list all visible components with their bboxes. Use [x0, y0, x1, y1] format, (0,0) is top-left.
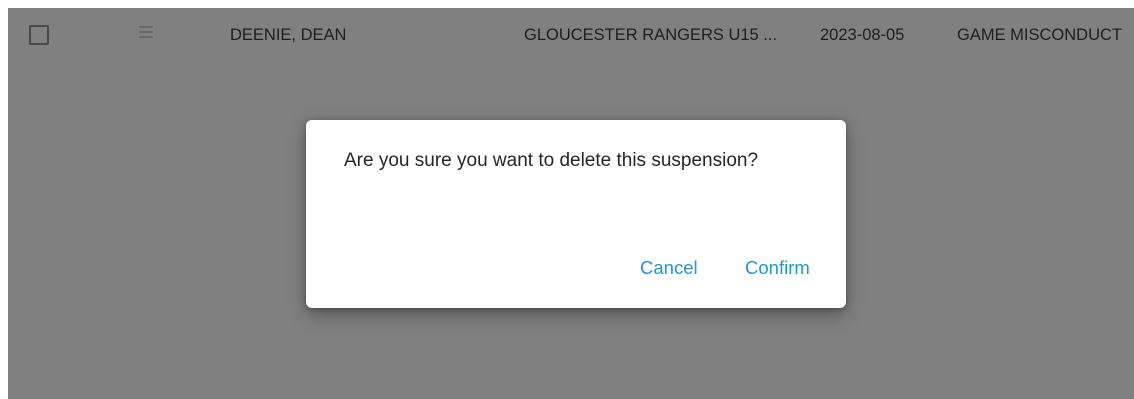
infraction-cell: GAME MISCONDUCT [957, 26, 1122, 44]
player-name-cell: DEENIE, DEAN [230, 26, 347, 44]
screen: DEENIE, DEAN GLOUCESTER RANGERS U15 ... … [0, 0, 1134, 399]
confirm-button[interactable]: Confirm [745, 256, 810, 280]
dialog-message: Are you sure you want to delete this sus… [344, 150, 759, 171]
cancel-button[interactable]: Cancel [640, 256, 698, 280]
confirm-delete-dialog: Are you sure you want to delete this sus… [306, 120, 846, 308]
checkbox-icon[interactable] [29, 25, 49, 45]
team-cell: GLOUCESTER RANGERS U15 ... [524, 26, 778, 44]
menu-icon[interactable] [139, 25, 153, 39]
date-cell: 2023-08-05 [820, 26, 905, 44]
table-row: DEENIE, DEAN GLOUCESTER RANGERS U15 ... … [8, 8, 1134, 60]
